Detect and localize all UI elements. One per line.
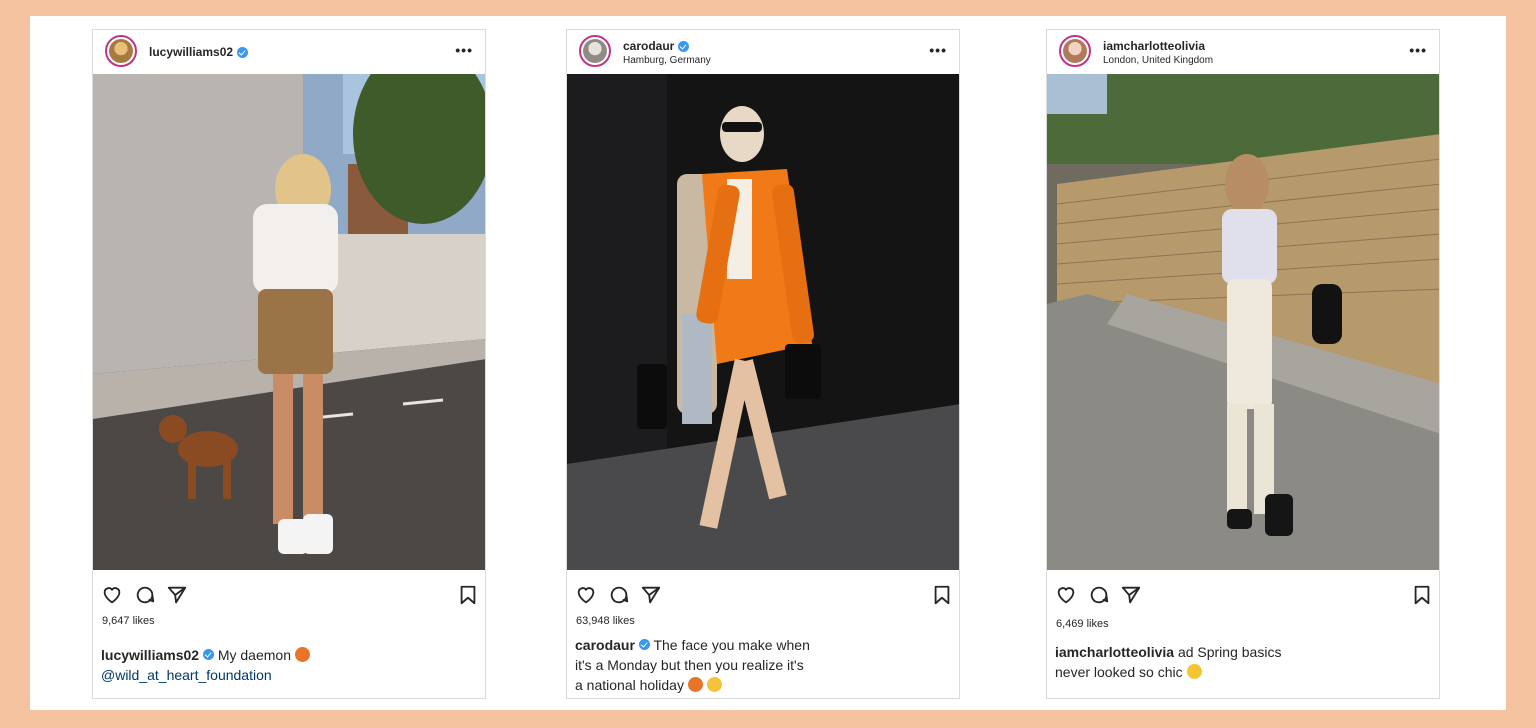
more-icon[interactable]: ••• [1409, 43, 1427, 57]
comment-icon[interactable] [134, 584, 156, 606]
post-username[interactable]: iamcharlotteolivia [1103, 39, 1205, 53]
post-header: iamcharlotteolivia London, United Kingdo… [1047, 30, 1439, 74]
likes-count[interactable]: 6,469 likes [1056, 618, 1109, 630]
comment-icon[interactable] [1088, 584, 1110, 606]
post-caption: lucywilliams02 My daemon @wild_at_heart_… [101, 645, 461, 685]
post-location[interactable]: Hamburg, Germany [623, 55, 711, 66]
instagram-post-2: carodaur Hamburg, Germany ••• 63,948 lik… [566, 29, 960, 699]
bookmark-icon[interactable] [457, 584, 479, 606]
heart-icon[interactable] [101, 584, 123, 606]
username-link[interactable]: iamcharlotteolivia [1103, 39, 1205, 53]
post-caption: carodaur The face you make when it's a M… [575, 635, 935, 695]
post-photo[interactable] [1047, 74, 1439, 570]
post-caption: iamcharlotteolivia ad Spring basics neve… [1055, 642, 1415, 682]
bookmark-icon[interactable] [931, 584, 953, 606]
grinning-face-emoji-icon [706, 677, 722, 692]
avatar[interactable] [1059, 35, 1091, 67]
avatar[interactable] [579, 35, 611, 67]
share-icon[interactable] [166, 584, 188, 606]
caption-text: it's a Monday but then you realize it's [575, 657, 804, 673]
caption-text: My daemon [217, 647, 291, 663]
username-link[interactable]: lucywilliams02 [149, 45, 233, 59]
caption-text: never looked so chic [1055, 664, 1183, 680]
caption-text: ad Spring basics [1177, 644, 1282, 660]
post-username[interactable]: carodaur [623, 39, 690, 53]
more-icon[interactable]: ••• [929, 43, 947, 57]
avatar[interactable] [105, 35, 137, 67]
caption-username[interactable]: carodaur [575, 637, 635, 653]
post-photo[interactable] [93, 74, 485, 570]
caption-mention-link[interactable]: @wild_at_heart_foundation [101, 665, 461, 685]
verified-badge-icon [237, 46, 249, 58]
post-actions [1047, 570, 1439, 610]
post-header: lucywilliams02 ••• [93, 30, 485, 74]
heart-icon[interactable] [1055, 584, 1077, 606]
photo-orange-blazer [567, 74, 959, 570]
more-icon[interactable]: ••• [455, 43, 473, 57]
caption-text: The face you make when [653, 637, 810, 653]
post-header: carodaur Hamburg, Germany ••• [567, 30, 959, 74]
verified-badge-icon [638, 639, 650, 650]
bookmark-icon[interactable] [1411, 584, 1433, 606]
photo-brick-wall-street [1047, 74, 1439, 570]
share-icon[interactable] [640, 584, 662, 606]
verified-badge-icon [202, 649, 214, 660]
post-actions [567, 570, 959, 610]
caption-username[interactable]: iamcharlotteolivia [1055, 644, 1174, 660]
post-actions [93, 570, 485, 610]
post-username[interactable]: lucywilliams02 [149, 45, 249, 59]
post-location[interactable]: London, United Kingdom [1103, 55, 1213, 66]
likes-count[interactable]: 9,647 likes [102, 615, 155, 627]
heart-icon[interactable] [575, 584, 597, 606]
instagram-post-3: iamcharlotteolivia London, United Kingdo… [1046, 29, 1440, 699]
share-icon[interactable] [1120, 584, 1142, 606]
verified-badge-icon [678, 40, 690, 52]
caption-username[interactable]: lucywilliams02 [101, 647, 199, 663]
instagram-post-1: lucywilliams02 ••• 9,647 likes lucywilli… [92, 29, 486, 699]
likes-count[interactable]: 63,948 likes [576, 615, 635, 627]
comment-icon[interactable] [608, 584, 630, 606]
photo-street-dog-walk [93, 74, 485, 570]
sun-emoji-icon [1186, 664, 1202, 679]
caption-text: a national holiday [575, 677, 684, 693]
orange-heart-emoji-icon [687, 677, 703, 692]
post-photo[interactable] [567, 74, 959, 570]
username-link[interactable]: carodaur [623, 39, 674, 53]
fox-emoji-icon [294, 647, 310, 662]
